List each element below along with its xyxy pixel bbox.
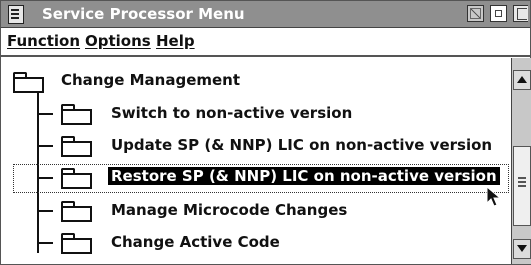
window-title: Service Processor Menu bbox=[42, 5, 245, 23]
folder-icon bbox=[61, 168, 92, 189]
restore-button[interactable] bbox=[513, 5, 528, 22]
tree-view: Change Management Switch to non-active v… bbox=[3, 58, 509, 263]
tree-item-label: Update SP (& NNP) LIC on non-active vers… bbox=[111, 136, 493, 154]
tree-item-update-sp-lic[interactable]: Update SP (& NNP) LIC on non-active vers… bbox=[23, 131, 509, 161]
tree-branch-line bbox=[37, 145, 53, 147]
folder-icon bbox=[61, 104, 92, 125]
tree-branch-line bbox=[37, 242, 53, 244]
scroll-up-arrow-icon[interactable] bbox=[513, 70, 531, 90]
tree-item-label: Switch to non-active version bbox=[111, 104, 353, 122]
folder-icon bbox=[61, 136, 92, 157]
menu-options[interactable]: Options bbox=[85, 32, 151, 50]
title-bar[interactable]: Service Processor Menu bbox=[1, 1, 530, 28]
minimize-button[interactable] bbox=[467, 5, 484, 22]
tree-item-change-active-code[interactable]: Change Active Code bbox=[23, 228, 509, 258]
mouse-pointer-icon bbox=[486, 186, 502, 207]
tree-branch-line bbox=[37, 113, 53, 115]
tree-item-manage-microcode[interactable]: Manage Microcode Changes bbox=[23, 196, 509, 226]
menu-bar: Function Options Help bbox=[1, 28, 530, 57]
folder-open-icon bbox=[13, 72, 44, 93]
scroll-thumb[interactable] bbox=[513, 146, 531, 226]
folder-icon bbox=[61, 233, 92, 254]
service-processor-window: Service Processor Menu Function Options … bbox=[0, 0, 531, 265]
tree-item-label: Change Active Code bbox=[111, 233, 280, 251]
menu-function[interactable]: Function bbox=[7, 32, 80, 50]
tree-branch-line bbox=[37, 177, 53, 179]
tree-branch-line bbox=[37, 210, 53, 212]
tree-item-switch-version[interactable]: Switch to non-active version bbox=[23, 99, 509, 129]
tree-root-label: Change Management bbox=[61, 71, 241, 89]
vertical-scrollbar[interactable] bbox=[511, 58, 531, 264]
tree-item-restore-sp-lic[interactable]: Restore SP (& NNP) LIC on non-active ver… bbox=[13, 163, 509, 193]
menu-help[interactable]: Help bbox=[156, 32, 195, 50]
tree-item-label: Manage Microcode Changes bbox=[111, 201, 348, 219]
system-menu-icon[interactable] bbox=[8, 5, 24, 24]
maximize-button[interactable] bbox=[490, 5, 507, 22]
tree-item-label-selected: Restore SP (& NNP) LIC on non-active ver… bbox=[108, 167, 500, 185]
folder-icon bbox=[61, 201, 92, 222]
scroll-down-arrow-icon[interactable] bbox=[513, 239, 531, 259]
